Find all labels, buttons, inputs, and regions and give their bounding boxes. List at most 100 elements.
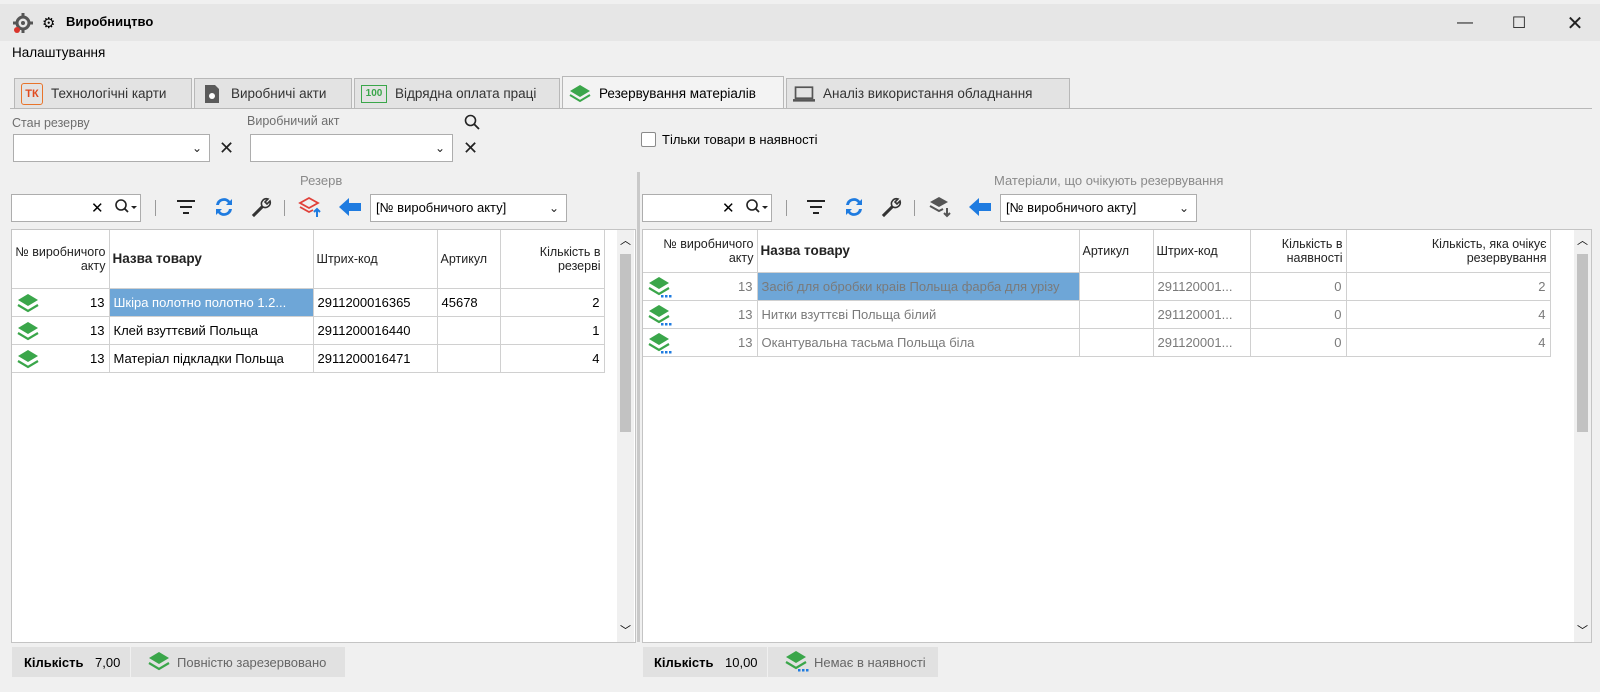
left-scrollbar[interactable]: ︿ ﹀ [617,230,634,642]
product-name: Клей взуттєвий Польща [109,316,314,345]
filter-icon[interactable] [173,194,199,220]
table-row[interactable]: 13 Засіб для обробки краів Польща фарба … [643,272,1551,301]
clear-search-icon[interactable]: ✕ [722,199,735,217]
tab-production-acts[interactable]: Виробничі акти [194,78,352,108]
production-act-select[interactable]: ⌄ [250,134,453,162]
scroll-up-icon[interactable]: ︿ [620,232,631,248]
search-icon[interactable] [464,114,480,133]
search-options-icon[interactable] [114,198,138,219]
chevron-down-icon: ⌄ [434,141,445,155]
filter-icon[interactable] [803,194,829,220]
settings-wrench-icon[interactable] [248,194,274,220]
table-row[interactable]: 13 Окантувальна тасьма Польща біла 29112… [643,328,1551,357]
article [1079,272,1154,301]
product-name: Шкіра полотно полотно 1.2... [109,288,314,317]
window-title: Виробництво [66,14,154,29]
close-button[interactable]: ✕ [1552,8,1598,38]
col-qty-reserved[interactable]: Кількість в резерві [500,230,605,289]
left-search-input[interactable]: ✕ [11,194,141,222]
left-group-select[interactable]: [№ виробничого акту] ⌄ [370,194,567,222]
settings-wrench-icon[interactable] [878,194,904,220]
product-name: Нитки взуттєві Польща білий [757,300,1080,329]
chevron-down-icon: ⌄ [1178,201,1189,215]
tab-label: Виробничі акти [231,86,327,101]
col-article[interactable]: Артикул [1079,230,1154,273]
clear-production-act-icon[interactable]: ✕ [463,138,478,159]
right-group-select[interactable]: [№ виробничого акту] ⌄ [1000,194,1197,222]
qty-in-stock: 0 [1250,272,1347,301]
tab-equipment-analysis[interactable]: Аналіз використання обладнання [786,78,1070,108]
right-search-input[interactable]: ✕ [642,194,772,222]
qty-reserved: 1 [500,316,605,345]
tab-label: Відрядна оплата праці [395,86,537,101]
only-in-stock-label: Тільки товари в наявності [662,132,818,147]
waiting-grid: № виробничого акту Назва товару Артикул … [642,229,1592,643]
col-product-name[interactable]: Назва товару [109,230,314,289]
production-act-label: Виробничий акт [247,114,340,128]
unreserve-icon[interactable] [298,194,324,220]
col-barcode[interactable]: Штрих-код [313,230,438,289]
qty-in-stock: 0 [1250,328,1347,357]
reserve-state-label: Стан резерву [12,116,90,130]
qty-waiting: 2 [1346,272,1551,301]
app-gear-icon [12,12,34,37]
col-article[interactable]: Артикул [437,230,501,289]
table-row[interactable]: 13 Нитки взуттєві Польща білий 291120001… [643,300,1551,329]
scroll-down-icon[interactable]: ﹀ [620,622,631,638]
toolbar-separator [284,200,285,216]
search-options-icon[interactable] [745,198,769,219]
right-count-label: Кількість [654,655,714,670]
refresh-icon[interactable] [841,194,867,220]
reserve-panel-title: Резерв [300,173,343,188]
table-row[interactable]: 13 Клей взуттєвий Польща 2911200016440 1 [12,316,605,345]
product-name: Матеріал підкладки Польща [109,344,314,373]
maximize-button[interactable]: ☐ [1496,8,1542,38]
clear-reserve-state-icon[interactable]: ✕ [219,138,234,159]
col-act-number[interactable]: № виробничого акту [643,230,758,273]
scroll-down-icon[interactable]: ﹀ [1577,622,1588,638]
reserve-download-icon[interactable] [928,194,954,220]
qty-waiting: 4 [1346,328,1551,357]
production-act-icon [201,83,223,105]
fully-reserved-label: Повністю зарезервовано [177,654,327,670]
waiting-layers-icon [647,275,673,300]
reserve-table: № виробничого акту Назва товару Штрих-ко… [12,230,605,373]
refresh-icon[interactable] [211,194,237,220]
reserve-state-select[interactable]: ⌄ [13,134,210,162]
toolbar-separator [786,200,787,216]
article [437,344,501,373]
product-name: Окантувальна тасьма Польща біла [757,328,1080,357]
table-row[interactable]: 13 Матеріал підкладки Польща 29112000164… [12,344,605,373]
waiting-layers-icon [784,649,810,676]
col-barcode[interactable]: Штрих-код [1153,230,1251,273]
fully-reserved-button[interactable]: Повністю зарезервовано [131,647,345,677]
menu-settings[interactable]: Налаштування [12,45,105,60]
scroll-thumb[interactable] [1577,254,1588,432]
col-qty-waiting[interactable]: Кількість, яка очікує резервування [1346,230,1551,273]
minimize-button[interactable]: — [1442,8,1488,38]
tab-material-reservation[interactable]: Резервування матеріалів [562,76,784,109]
right-group-value: [№ виробничого акту] [1006,200,1137,215]
qty-reserved: 2 [500,288,605,317]
waiting-layers-icon [647,303,673,328]
tab-tech-cards[interactable]: ТК Технологічні карти [14,78,192,108]
tab-piecework-pay[interactable]: 100 Відрядна оплата праці [354,78,560,108]
scroll-up-icon[interactable]: ︿ [1577,232,1588,248]
col-act-number[interactable]: № виробничого акту [12,230,110,289]
arrow-left-icon[interactable] [967,194,993,220]
not-in-stock-label: Немає в наявності [814,654,926,670]
waiting-panel-title: Матеріали, що очікують резервування [994,173,1224,188]
table-row[interactable]: 13 Шкіра полотно полотно 1.2... 29112000… [12,288,605,317]
col-product-name[interactable]: Назва товару [757,230,1080,273]
tab-divider [10,108,1592,109]
arrow-left-icon[interactable] [337,194,363,220]
clear-search-icon[interactable]: ✕ [91,199,104,217]
right-scrollbar[interactable]: ︿ ﹀ [1574,230,1591,642]
act-number: 13 [90,294,105,310]
scroll-thumb[interactable] [620,254,631,432]
panel-splitter[interactable] [637,172,640,642]
not-in-stock-button[interactable]: Немає в наявності [768,647,938,677]
tab-label: Аналіз використання обладнання [823,86,1033,101]
only-in-stock-checkbox[interactable] [641,132,656,147]
col-qty-in-stock[interactable]: Кількість в наявності [1250,230,1347,273]
